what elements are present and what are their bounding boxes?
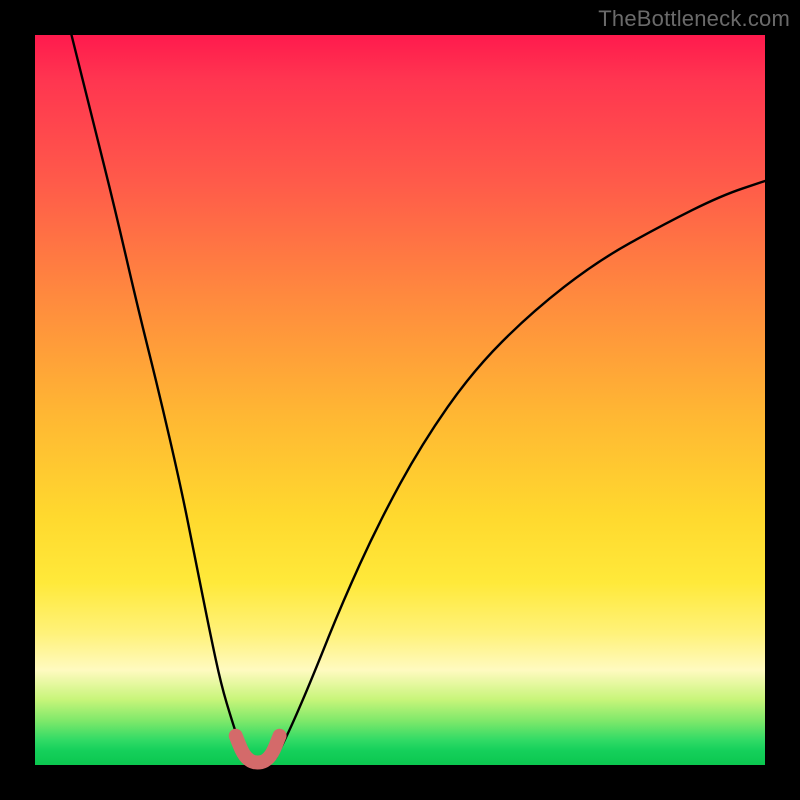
- plot-area: [35, 35, 765, 765]
- curve-left-branch: [72, 35, 247, 758]
- valley-highlight: [236, 736, 280, 763]
- chart-frame: TheBottleneck.com: [0, 0, 800, 800]
- watermark-text: TheBottleneck.com: [598, 6, 790, 32]
- curve-right-branch: [276, 181, 765, 758]
- curve-layer: [35, 35, 765, 765]
